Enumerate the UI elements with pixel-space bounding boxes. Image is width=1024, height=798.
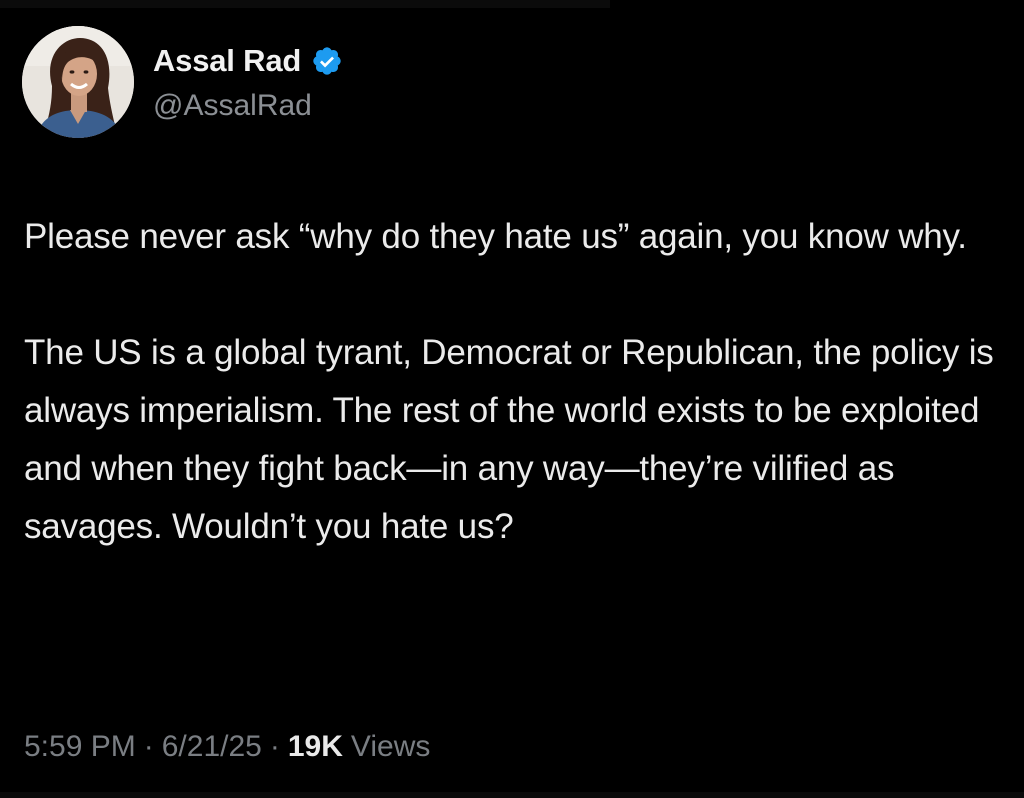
- views-count[interactable]: 19K: [288, 726, 343, 768]
- meta-separator: ·: [143, 730, 154, 763]
- tweet-text: Please never ask “why do they hate us” a…: [24, 208, 994, 556]
- meta-separator: ·: [269, 730, 280, 763]
- tweet-paragraph: Please never ask “why do they hate us” a…: [24, 217, 967, 256]
- views-label: Views: [350, 730, 431, 763]
- verified-badge-icon[interactable]: [311, 45, 343, 77]
- author-name-row: Assal Rad: [153, 40, 343, 82]
- tweet-date[interactable]: 6/21/25: [162, 726, 262, 768]
- tweet-paragraph: The US is a global tyrant, Democrat or R…: [24, 333, 994, 546]
- tweet-time[interactable]: 5:59 PM: [24, 726, 136, 768]
- avatar[interactable]: [22, 26, 134, 138]
- author-handle[interactable]: @AssalRad: [153, 86, 312, 126]
- bottom-edge-strip: [0, 792, 1024, 798]
- tweet-meta: 5:59 PM · 6/21/25 · 19K Views: [24, 726, 430, 768]
- author-display-name[interactable]: Assal Rad: [153, 40, 301, 82]
- tweet-card: Assal Rad @AssalRad Please never ask “wh…: [0, 0, 1024, 798]
- avatar-photo-icon: [22, 26, 134, 138]
